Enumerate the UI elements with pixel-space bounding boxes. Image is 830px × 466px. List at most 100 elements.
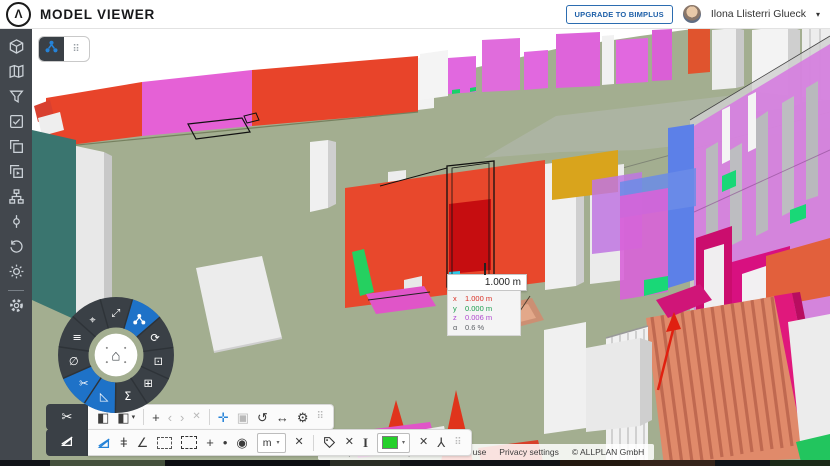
app-window: Λ MODEL VIEWER UPGRADE TO BIMPLUS Ilona … xyxy=(0,0,830,466)
sidebar-item-brightness[interactable] xyxy=(3,261,29,286)
measurement-tab[interactable] xyxy=(46,429,88,456)
filter-icon xyxy=(8,88,25,110)
clip-settings-button[interactable]: ⚙ xyxy=(297,411,309,424)
tag-close-button[interactable]: ✕ xyxy=(345,437,354,448)
measurement-toolbar: ǂ ∠ + • ◉ m ▾ ✕ ✕ I ▾ ✕ xyxy=(46,429,472,456)
measure-angle-button[interactable]: ∠ xyxy=(137,436,149,449)
tooltip-row-z: z 0.006 m xyxy=(453,313,515,323)
measure-area-button[interactable] xyxy=(97,436,111,450)
color-swatch xyxy=(382,436,398,449)
left-sidebar xyxy=(0,28,32,460)
sidebar-item-map[interactable] xyxy=(3,61,29,86)
user-name[interactable]: Ilona Llisterri Glueck xyxy=(711,8,806,20)
rotate-plane-button[interactable]: ↺ xyxy=(257,411,268,424)
avatar[interactable] xyxy=(683,5,701,23)
tooltip-value: 1.000 m xyxy=(465,294,492,304)
color-close-button[interactable]: ✕ xyxy=(419,437,428,448)
copyright: © ALLPLAN GmbH xyxy=(572,447,644,457)
axis-button[interactable]: ⅄ xyxy=(437,436,445,449)
floating-panel-toolbar: ⠿ xyxy=(38,36,90,62)
caret-down-icon: ▾ xyxy=(132,414,136,421)
sidebar-item-structure[interactable] xyxy=(3,186,29,211)
drag-handle-icon: ⠿ xyxy=(72,44,80,55)
toolbar-separator xyxy=(209,409,210,425)
sidebar-divider xyxy=(8,290,24,291)
delete-plane-button[interactable]: ✕ xyxy=(192,412,200,422)
move-plane-button[interactable]: ✛ xyxy=(218,411,229,424)
tooltip-label: α xyxy=(453,323,460,333)
hide-icon[interactable]: ∅ xyxy=(69,355,79,368)
tooltip-value: 0.006 m xyxy=(465,313,492,323)
bottom-strip xyxy=(0,460,830,466)
structure-panel-button[interactable] xyxy=(39,37,64,61)
sidebar-item-history[interactable] xyxy=(3,236,29,261)
measure-tab-icon xyxy=(60,434,74,451)
allplan-logo-icon: Λ xyxy=(6,2,31,27)
check-square-icon xyxy=(8,113,25,135)
sidebar-item-compare[interactable] xyxy=(3,136,29,161)
color-picker[interactable]: ▾ xyxy=(377,433,410,453)
page-title: MODEL VIEWER xyxy=(40,7,155,22)
header: Λ MODEL VIEWER UPGRADE TO BIMPLUS Ilona … xyxy=(0,0,830,29)
fit-plane-button[interactable]: ▣ xyxy=(237,411,249,424)
toolbar-drag-handle[interactable]: ⠿ xyxy=(454,438,461,448)
link-privacy[interactable]: Privacy settings xyxy=(499,447,559,457)
stretch-plane-button[interactable]: ↔ xyxy=(276,411,289,424)
tooltip-label: y xyxy=(453,304,460,314)
hierarchy-icon xyxy=(8,188,25,210)
camera-icon[interactable]: ⊡ xyxy=(154,355,163,368)
gear-icon xyxy=(8,297,25,319)
tag-button[interactable] xyxy=(323,436,336,449)
next-plane-button[interactable]: › xyxy=(180,411,184,424)
expand-icon[interactable]: ⤢ xyxy=(112,306,121,319)
sidebar-item-filter[interactable] xyxy=(3,86,29,111)
history-icon xyxy=(8,238,25,260)
tooltip-row-x: x 1.000 m xyxy=(453,294,515,304)
rotate-view-icon[interactable]: ⟳ xyxy=(150,332,159,345)
measure-point-button[interactable]: • xyxy=(223,436,228,449)
upgrade-button[interactable]: UPGRADE TO BIMPLUS xyxy=(566,5,673,24)
sidebar-item-compare-play[interactable] xyxy=(3,161,29,186)
toolbar-drag-handle[interactable]: ⠿ xyxy=(317,412,324,422)
tooltip-row-alpha: α 0.6 % xyxy=(453,323,515,333)
home-icon[interactable]: ⌂ xyxy=(111,348,120,365)
layers-icon[interactable]: ≡ xyxy=(73,331,82,344)
measure-region-strong-button[interactable] xyxy=(181,436,197,449)
tooltip-title: 1.000 m xyxy=(447,274,527,291)
measure-ref-point-button[interactable]: ◉ xyxy=(236,436,247,449)
sidebar-item-tasks[interactable] xyxy=(3,111,29,136)
cube-icon xyxy=(8,38,25,60)
export-icon[interactable]: ⊞ xyxy=(144,377,153,390)
tooltip-label: x xyxy=(453,294,460,304)
sidebar-item-model[interactable] xyxy=(3,36,29,61)
sidebar-item-settings[interactable] xyxy=(3,295,29,320)
caret-down-icon: ▾ xyxy=(277,439,280,446)
copy-icon xyxy=(8,138,25,160)
measure-region-button[interactable] xyxy=(157,437,172,449)
tooltip-label: z xyxy=(453,313,460,323)
logo-letter: Λ xyxy=(14,7,22,21)
unit-value: m xyxy=(263,437,272,449)
caret-down-icon: ▾ xyxy=(402,439,405,446)
panel-drag-handle[interactable]: ⠿ xyxy=(64,37,89,61)
tooltip-value: 0.000 m xyxy=(465,304,492,314)
locate-icon[interactable]: ⌖ xyxy=(90,313,96,326)
scissors-icon[interactable]: ✂ xyxy=(79,377,88,390)
toolbar-separator xyxy=(313,435,314,451)
tooltip-row-y: y 0.000 m xyxy=(453,304,515,314)
tooltip-value: 0.6 % xyxy=(465,323,484,333)
measure-area-icon[interactable]: ◺ xyxy=(100,390,109,403)
measure-close-button[interactable]: ✕ xyxy=(295,437,304,448)
sun-icon xyxy=(8,263,25,285)
hierarchy-icon xyxy=(44,39,59,59)
measure-height-button[interactable]: ǂ xyxy=(120,436,128,449)
navigation-wheel[interactable]: ⤢ ⟳ ⊡ ⊞ Σ ◺ ✂ ∅ ≡ ⌖ ⌂ xyxy=(57,296,175,414)
measure-add-button[interactable]: + xyxy=(206,436,214,449)
sum-icon[interactable]: Σ xyxy=(124,390,131,403)
unit-select[interactable]: m ▾ xyxy=(257,433,286,453)
copy-play-icon xyxy=(8,163,25,185)
user-menu-caret-icon[interactable]: ▾ xyxy=(816,10,820,19)
sidebar-item-connect[interactable] xyxy=(3,211,29,236)
text-cursor-button[interactable]: I xyxy=(363,436,368,449)
viewport: ⠿ ⤢ ⟳ ⊡ ⊞ Σ ◺ ✂ ∅ xyxy=(32,28,830,466)
